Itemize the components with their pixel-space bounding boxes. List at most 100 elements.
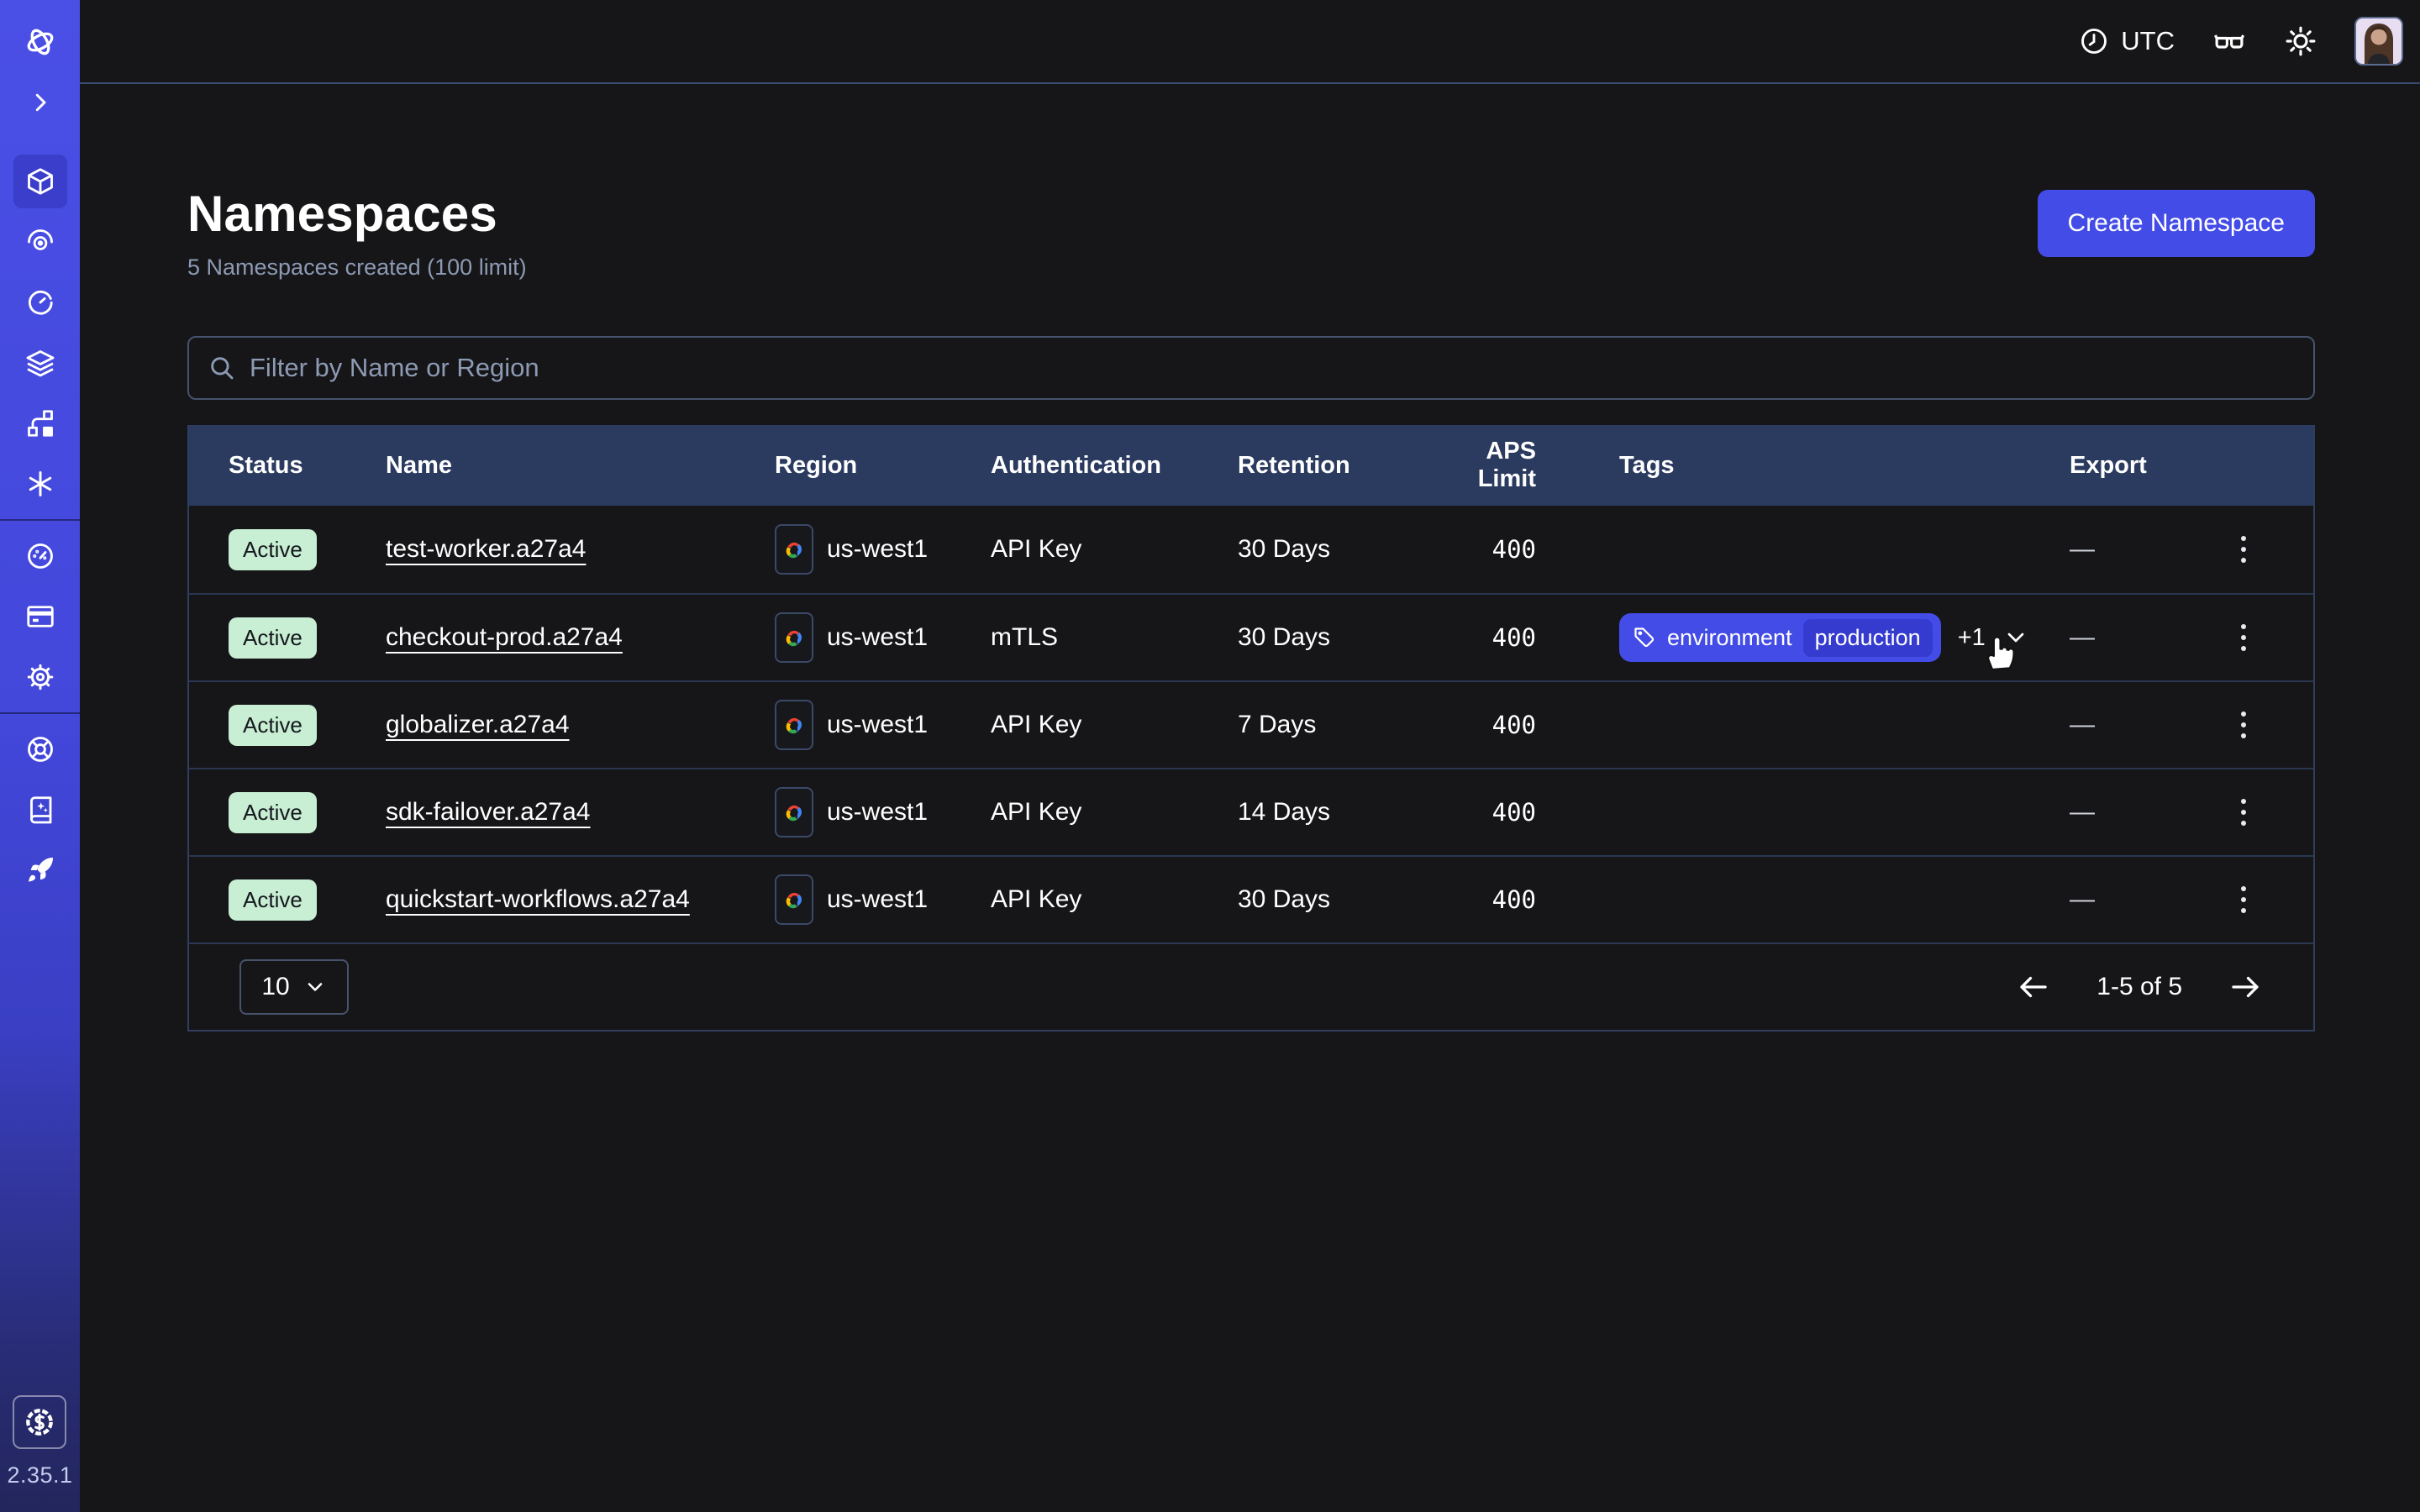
column-header-name: Name <box>386 452 775 480</box>
sidebar: 2.35.1 <box>0 0 80 1512</box>
column-header-region: Region <box>775 452 991 480</box>
aps-limit-value: 400 <box>1429 711 1619 739</box>
table-row: Active checkout-prod.a27a4 us-west1 mTLS… <box>189 593 2313 680</box>
sidebar-divider <box>0 519 80 521</box>
aps-limit-value: 400 <box>1429 798 1619 827</box>
table-body: Active test-worker.a27a4 us-west1 API Ke… <box>189 506 2313 942</box>
clock-icon <box>2079 26 2109 56</box>
page-size-select[interactable]: 10 <box>239 959 349 1015</box>
export-value: — <box>2070 885 2233 914</box>
column-header-aps-limit: APS Limit <box>1429 438 1619 493</box>
namespaces-table: Status Name Region Authentication Retent… <box>187 425 2315 1032</box>
create-namespace-button[interactable]: Create Namespace <box>2038 190 2315 257</box>
row-menu-button[interactable] <box>2233 878 2254 921</box>
cube-icon <box>25 166 55 197</box>
column-header-retention: Retention <box>1238 452 1429 480</box>
tag-key: environment <box>1667 625 1792 651</box>
tags-cell: environment production +1 <box>1619 613 2070 662</box>
status-badge: Active <box>229 617 317 659</box>
export-value: — <box>2070 623 2233 652</box>
eye-spiral-icon <box>25 227 55 257</box>
namespace-link[interactable]: globalizer.a27a4 <box>386 711 570 738</box>
sidebar-bottom: 2.35.1 <box>7 1395 72 1512</box>
sidebar-item-deployments[interactable] <box>0 333 80 393</box>
asterisk-icon <box>25 469 55 499</box>
status-badge: Active <box>229 529 317 570</box>
status-badge: Active <box>229 705 317 746</box>
sidebar-divider <box>0 712 80 714</box>
sidebar-item-namespaces[interactable] <box>0 151 80 212</box>
status-badge: Active <box>229 879 317 921</box>
sidebar-expand-button[interactable] <box>0 72 80 133</box>
row-menu-button[interactable] <box>2233 616 2254 659</box>
table-row: Active sdk-failover.a27a4 us-west1 API K… <box>189 768 2313 855</box>
sidebar-item-support[interactable] <box>0 719 80 780</box>
sidebar-item-getting-started[interactable] <box>0 840 80 900</box>
tag-value: production <box>1803 619 1933 657</box>
plan-badge-button[interactable] <box>13 1395 66 1449</box>
filter-bar[interactable] <box>187 336 2315 400</box>
authentication-value: API Key <box>991 798 1238 827</box>
sidebar-item-billing[interactable] <box>0 586 80 647</box>
arrow-left-icon <box>2016 969 2051 1005</box>
export-value: — <box>2070 798 2233 827</box>
authentication-value: API Key <box>991 711 1238 739</box>
tags-expand-chevron[interactable] <box>2002 624 2029 651</box>
retention-value: 30 Days <box>1238 885 1429 914</box>
page-size-value: 10 <box>261 973 289 1001</box>
retention-value: 30 Days <box>1238 623 1429 652</box>
tag-pill[interactable]: environment production <box>1619 613 1941 662</box>
gcp-cloud-icon <box>775 700 813 750</box>
table-row: Active globalizer.a27a4 us-west1 API Key… <box>189 680 2313 768</box>
gcp-cloud-icon <box>775 787 813 837</box>
sidebar-item-docs[interactable] <box>0 780 80 840</box>
namespace-link[interactable]: test-worker.a27a4 <box>386 535 586 563</box>
theme-toggle-button[interactable] <box>2284 24 2317 58</box>
credit-card-icon <box>25 601 55 632</box>
column-header-status: Status <box>229 452 386 480</box>
timezone-button[interactable]: UTC <box>2079 26 2175 56</box>
region-label: us-west1 <box>827 535 928 564</box>
column-header-authentication: Authentication <box>991 452 1238 480</box>
dollar-badge-icon <box>23 1405 56 1439</box>
tag-icon <box>1633 626 1656 649</box>
region-label: us-west1 <box>827 623 928 652</box>
main-content: Namespaces 5 Namespaces created (100 lim… <box>80 86 2420 1512</box>
region-label: us-west1 <box>827 711 928 739</box>
table-pagination: 10 1-5 of 5 <box>189 942 2313 1030</box>
region-label: us-west1 <box>827 798 928 827</box>
timer-icon <box>25 287 55 318</box>
namespace-link[interactable]: quickstart-workflows.a27a4 <box>386 885 690 913</box>
retention-value: 14 Days <box>1238 798 1429 827</box>
column-header-export: Export <box>2070 452 2233 480</box>
glasses-icon <box>2212 24 2247 59</box>
sidebar-item-settings[interactable] <box>0 647 80 707</box>
tags-overflow-count: +1 <box>1958 624 1986 652</box>
page-subtitle: 5 Namespaces created (100 limit) <box>187 255 527 281</box>
row-menu-button[interactable] <box>2233 703 2254 747</box>
brightness-icon <box>2284 24 2317 58</box>
row-menu-button[interactable] <box>2233 790 2254 834</box>
branch-icon <box>25 408 55 438</box>
sidebar-item-schedules[interactable] <box>0 272 80 333</box>
page-title: Namespaces <box>187 185 527 243</box>
labs-mode-button[interactable] <box>2212 24 2247 59</box>
namespace-link[interactable]: checkout-prod.a27a4 <box>386 623 623 651</box>
sidebar-item-workflows[interactable] <box>0 212 80 272</box>
export-value: — <box>2070 535 2233 564</box>
sidebar-item-nexus[interactable] <box>0 454 80 514</box>
user-avatar[interactable] <box>2354 17 2403 66</box>
gear-icon <box>25 662 55 692</box>
retention-value: 7 Days <box>1238 711 1429 739</box>
gcp-cloud-icon <box>775 612 813 663</box>
row-menu-button[interactable] <box>2233 528 2254 571</box>
namespace-link[interactable]: sdk-failover.a27a4 <box>386 798 591 826</box>
gcp-cloud-icon <box>775 874 813 925</box>
sidebar-item-batch-operations[interactable] <box>0 393 80 454</box>
next-page-button[interactable] <box>2228 969 2263 1005</box>
previous-page-button[interactable] <box>2016 969 2051 1005</box>
filter-input[interactable] <box>250 353 2295 383</box>
temporal-logo[interactable] <box>0 12 80 72</box>
book-sparkle-icon <box>25 795 55 825</box>
sidebar-item-usage[interactable] <box>0 526 80 586</box>
